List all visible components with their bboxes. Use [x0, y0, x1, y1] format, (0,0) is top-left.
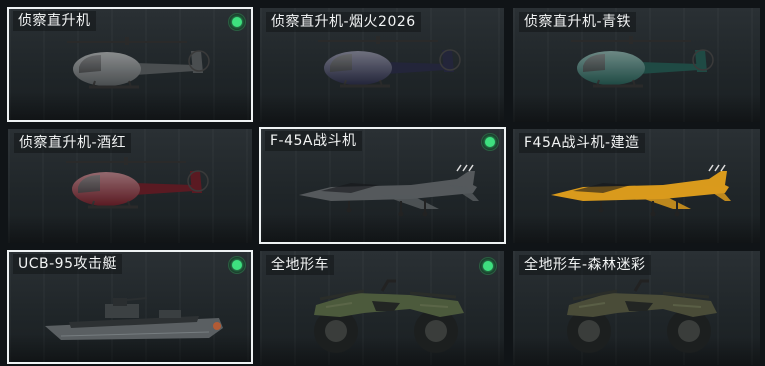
vehicle-card-0[interactable]: 侦察直升机: [7, 7, 253, 122]
owned-badge-icon: [229, 14, 245, 30]
vehicle-name: UCB-95攻击艇: [13, 254, 122, 274]
vehicle-skin-grid: 侦察直升机 侦察直升机-烟火2026 侦察直升机-青铁 侦察直升机-酒红 F-4…: [0, 0, 765, 366]
vehicle-name: F45A战斗机-建造: [519, 133, 645, 153]
vehicle-name: 侦察直升机-酒红: [14, 133, 132, 153]
vehicle-card-8[interactable]: 全地形车-森林迷彩: [513, 251, 760, 365]
vehicle-card-6[interactable]: UCB-95攻击艇: [7, 250, 253, 364]
vehicle-name: 侦察直升机-烟火2026: [266, 12, 421, 32]
vehicle-card-1[interactable]: 侦察直升机-烟火2026: [260, 8, 504, 122]
vehicle-card-5[interactable]: F45A战斗机-建造: [513, 129, 760, 243]
vehicle-card-7[interactable]: 全地形车: [260, 251, 504, 365]
vehicle-card-2[interactable]: 侦察直升机-青铁: [513, 8, 760, 122]
vehicle-card-4[interactable]: F-45A战斗机: [259, 127, 506, 244]
owned-badge-icon: [229, 257, 245, 273]
vehicle-name: 全地形车-森林迷彩: [519, 255, 651, 275]
vehicle-name: 侦察直升机-青铁: [519, 12, 637, 32]
owned-badge-icon: [480, 258, 496, 274]
vehicle-name: 全地形车: [266, 255, 334, 275]
vehicle-name: 侦察直升机: [13, 11, 96, 31]
vehicle-name: F-45A战斗机: [265, 131, 362, 151]
owned-badge-icon: [482, 134, 498, 150]
vehicle-card-3[interactable]: 侦察直升机-酒红: [8, 129, 252, 243]
